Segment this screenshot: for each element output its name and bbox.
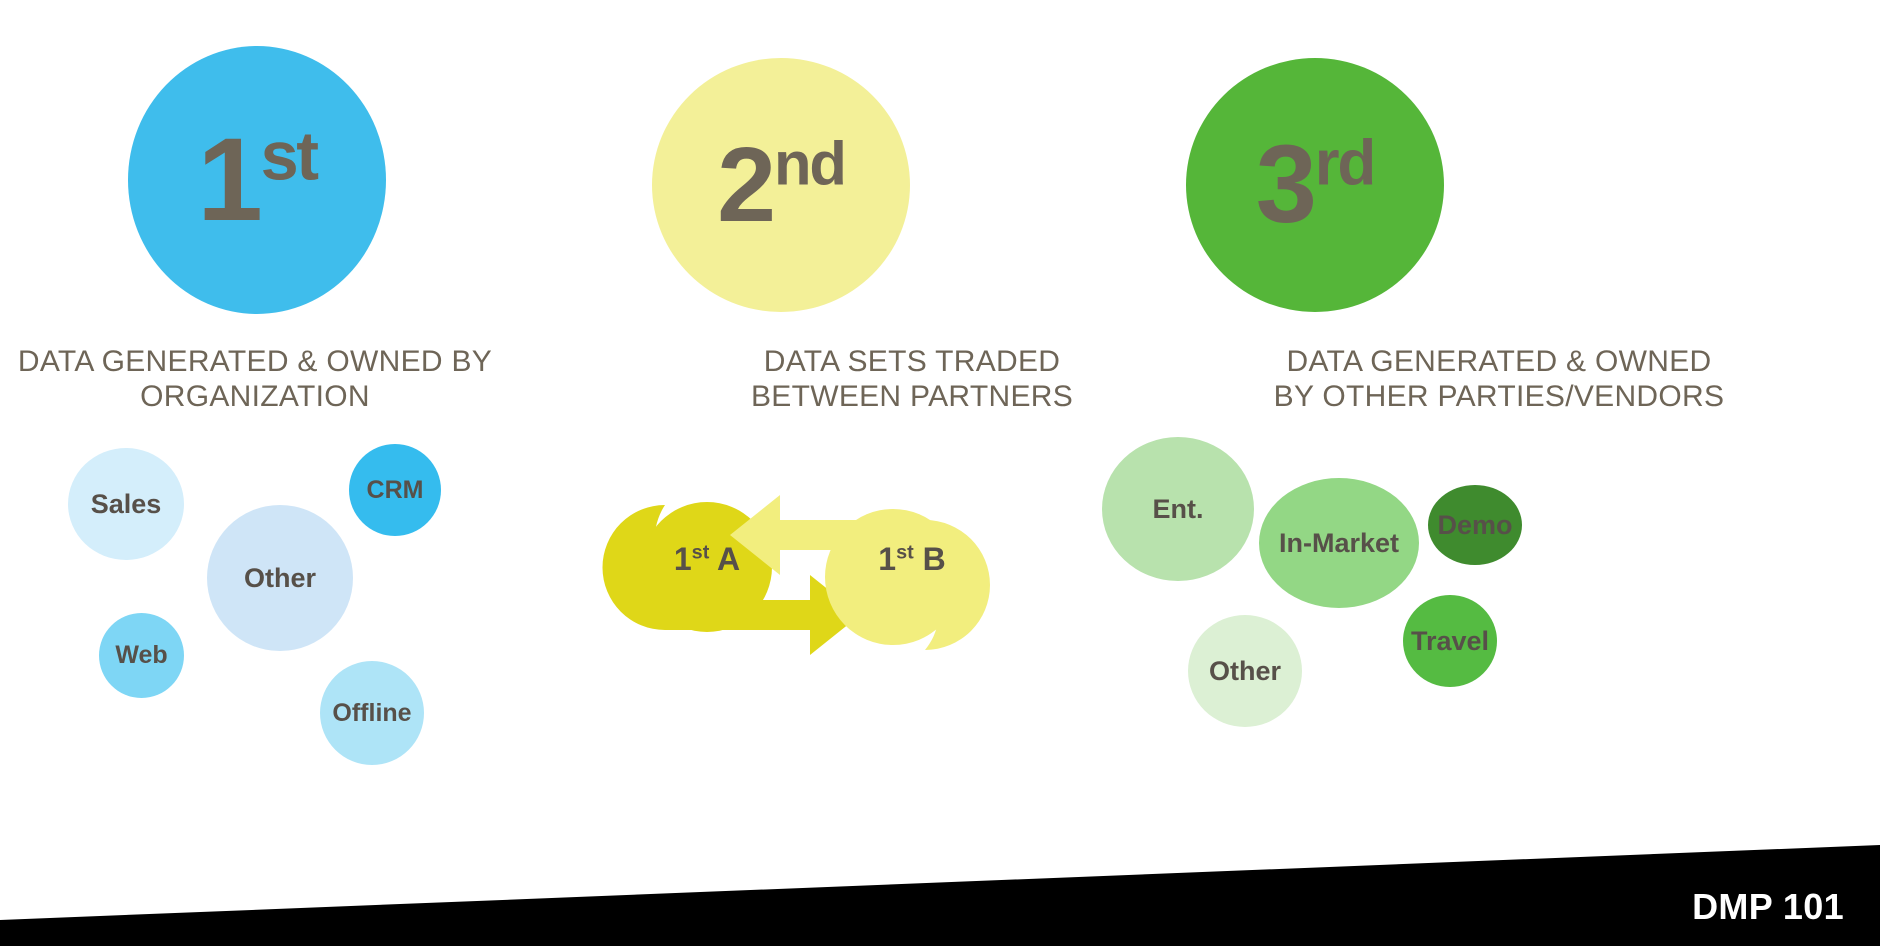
caption-first-party: DATA GENERATED & OWNED BY ORGANIZATION xyxy=(0,344,510,415)
caption-second-party: DATA SETS TRADED BETWEEN PARTNERS xyxy=(630,344,1194,415)
bubble-travel: Travel xyxy=(1403,595,1497,687)
hero-ordinal-first: st xyxy=(260,117,320,195)
caption-line-1: DATA SETS TRADED xyxy=(763,345,1061,378)
bubble-label-web: Web xyxy=(115,641,168,669)
hero-number-second: 2 xyxy=(717,126,776,244)
hero-circle-second-party: 2nd xyxy=(652,58,910,312)
slide-canvas: 1st DATA GENERATED & OWNED BY ORGANIZATI… xyxy=(0,0,1880,946)
bubble-crm: CRM xyxy=(349,444,441,536)
hero-label-first-party: 1st xyxy=(197,117,320,239)
caption-line-2: BETWEEN PARTNERS xyxy=(750,380,1074,414)
caption-line-1: DATA GENERATED & OWNED xyxy=(1286,345,1712,378)
column-first-party: 1st DATA GENERATED & OWNED BY ORGANIZATI… xyxy=(0,0,630,946)
hero-circle-first-party: 1st xyxy=(128,46,386,314)
footer-title: DMP 101 xyxy=(1692,886,1844,927)
label-b-suffix: B xyxy=(913,541,946,577)
caption-line-2: ORGANIZATION xyxy=(140,380,370,414)
bubble-web: Web xyxy=(99,613,184,698)
bubble-label-ent: Ent. xyxy=(1152,493,1204,524)
bubble-other-first: Other xyxy=(207,505,353,651)
bubble-label-sales: Sales xyxy=(90,488,162,519)
bubble-label-in-market: In-Market xyxy=(1278,527,1400,558)
label-a-number: 1 xyxy=(673,541,692,577)
label-a-suffix: A xyxy=(709,541,741,577)
bubble-label-travel: Travel xyxy=(1410,625,1490,656)
bubble-offline: Offline xyxy=(320,661,424,765)
caption-line-2: BY OTHER PARTIES/VENDORS xyxy=(1273,380,1725,414)
hero-ordinal-second: nd xyxy=(773,129,847,199)
exchange-label-first-a: 1st A xyxy=(630,541,784,578)
hero-circle-third-party: 3rd xyxy=(1186,58,1444,312)
bubble-label-other-first: Other xyxy=(243,562,316,593)
bubble-sales: Sales xyxy=(68,448,184,560)
bubble-label-demo: Demo xyxy=(1437,509,1513,540)
bubble-in-market: In-Market xyxy=(1259,478,1419,608)
bubble-label-crm: CRM xyxy=(366,475,424,504)
hero-label-third-party: 3rd xyxy=(1256,130,1377,240)
bubble-demo: Demo xyxy=(1428,485,1522,565)
bubble-label-offline: Offline xyxy=(332,698,412,727)
hero-number-first: 1 xyxy=(197,114,263,246)
column-third-party: 3rd DATA GENERATED & OWNED BY OTHER PART… xyxy=(1102,0,1880,946)
caption-third-party: DATA GENERATED & OWNED BY OTHER PARTIES/… xyxy=(1118,344,1880,415)
caption-line-1: DATA GENERATED & OWNED BY xyxy=(17,345,493,378)
label-b-number: 1 xyxy=(878,541,897,577)
hero-number-third: 3 xyxy=(1255,123,1317,246)
bubble-other-third: Other xyxy=(1188,615,1302,727)
label-b-ordinal: st xyxy=(896,541,914,564)
exchange-label-first-b: 1st B xyxy=(818,541,1006,578)
hero-ordinal-third: rd xyxy=(1314,126,1377,199)
hero-label-second-party: 2nd xyxy=(717,129,847,238)
bubble-ent: Ent. xyxy=(1102,437,1254,581)
bubble-label-other-third: Other xyxy=(1208,655,1281,686)
label-a-ordinal: st xyxy=(691,541,710,564)
